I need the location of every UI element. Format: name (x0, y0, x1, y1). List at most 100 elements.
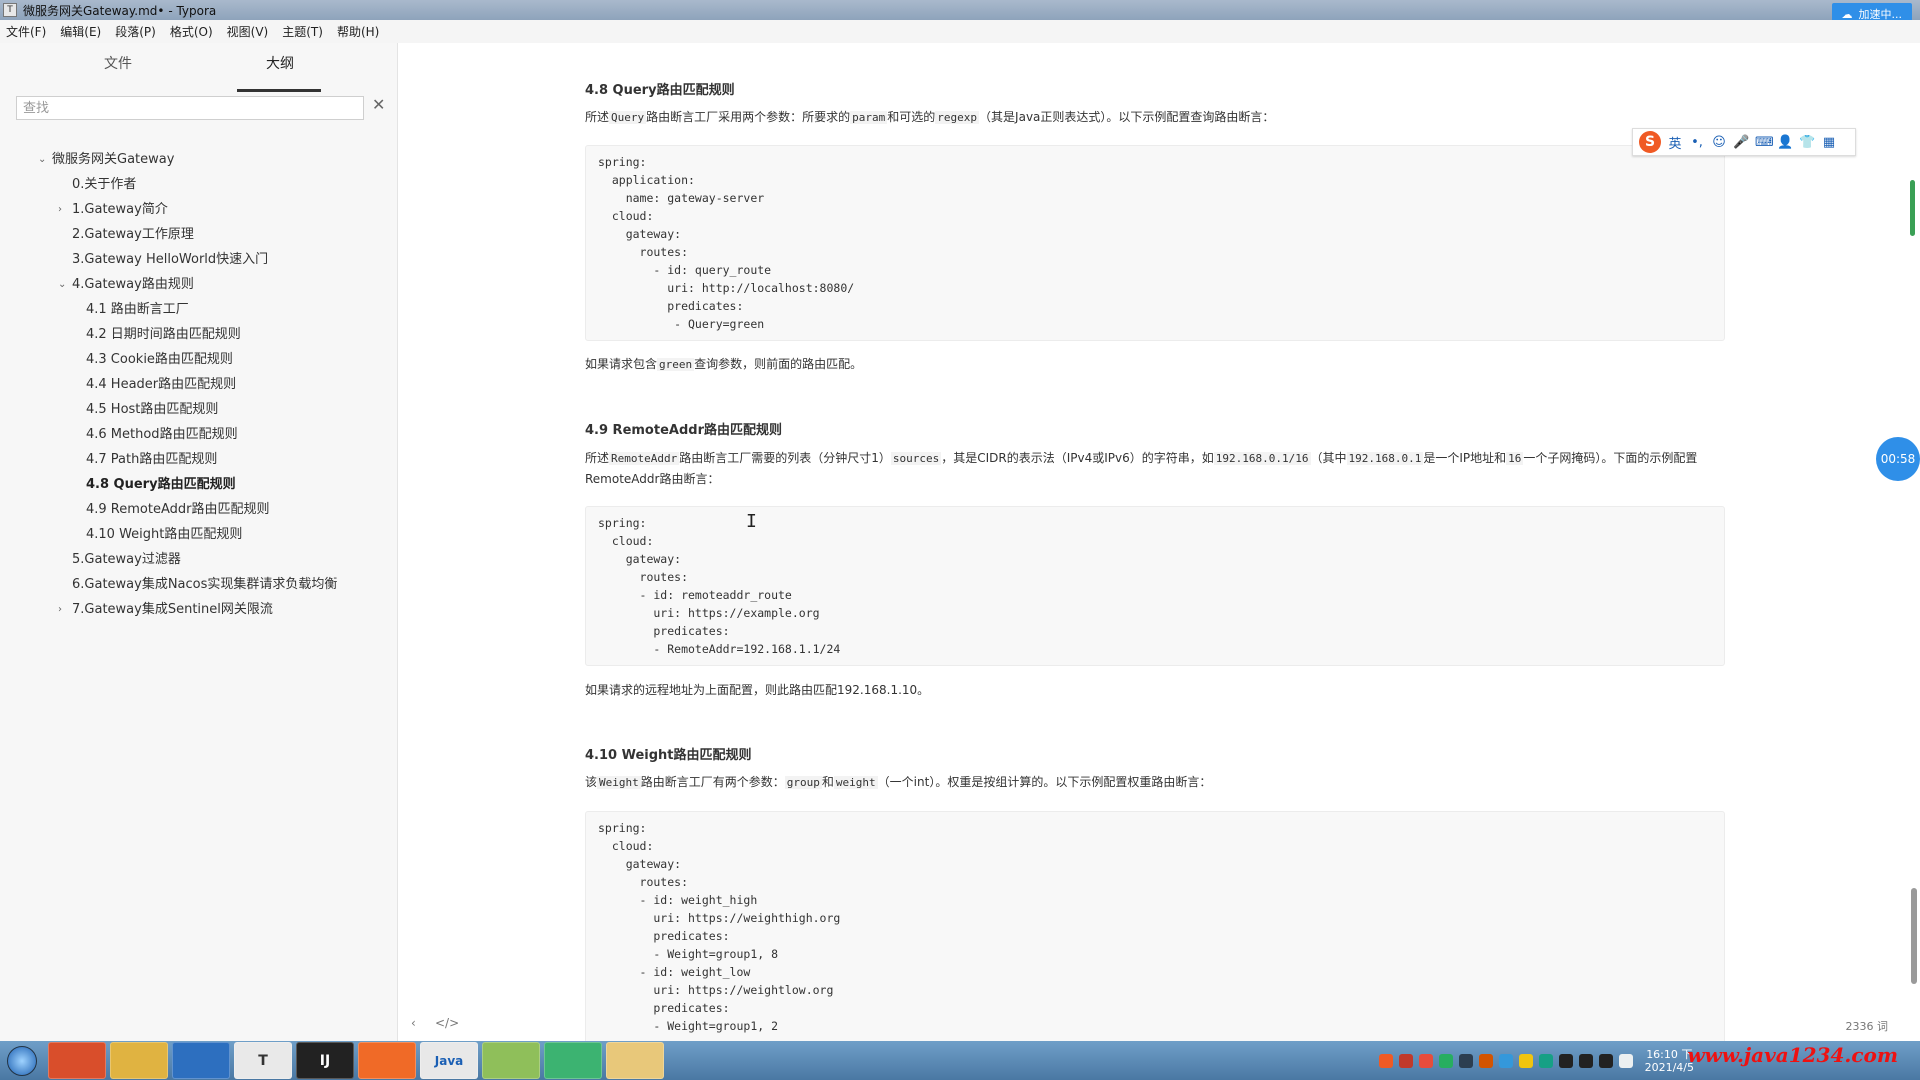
outline-item[interactable]: 4.5 Host路由匹配规则 (0, 397, 398, 422)
menu-format[interactable]: 格式(O) (170, 23, 213, 40)
word-count[interactable]: 2336 词 (1846, 1018, 1889, 1034)
outline-item[interactable]: 4.4 Header路由匹配规则 (0, 372, 398, 397)
outline-item-label: 4.1 路由断言工厂 (86, 302, 189, 317)
menu-help[interactable]: 帮助(H) (337, 23, 379, 40)
outline-item[interactable]: 6.Gateway集成Nacos实现集群请求负载均衡 (0, 572, 398, 597)
chevron-down-icon[interactable]: ⌄ (58, 272, 66, 297)
taskbar-app-explorer[interactable] (606, 1042, 664, 1079)
timer-badge[interactable]: 00:58 (1876, 437, 1920, 481)
outline-item[interactable]: › 1.Gateway简介 (0, 197, 398, 222)
toolbox-icon[interactable]: ▦ (1821, 135, 1837, 150)
chevron-right-icon[interactable]: › (58, 197, 62, 222)
paragraph-4-8-intro: 所述 Query 路由断言工厂采用两个参数：所要求的 param 和可选的 regexp （… (585, 110, 1275, 124)
menu-theme[interactable]: 主题(T) (282, 23, 323, 40)
tray-volume-icon[interactable] (1618, 1053, 1633, 1068)
cloud-icon: ☁ (1841, 7, 1853, 21)
close-icon[interactable]: ✕ (372, 95, 385, 114)
title-bar: T 微服务网关Gateway.md• - Typora ☁ 加速中... (0, 0, 1920, 25)
tray-qq-icon[interactable] (1558, 1053, 1573, 1068)
chevron-left-icon[interactable]: ‹ (411, 1016, 416, 1030)
tab-outline[interactable]: 大纲 (266, 53, 294, 73)
outline-item[interactable]: ⌄ 微服务网关Gateway (0, 147, 398, 172)
tray-app-icon[interactable] (1498, 1053, 1513, 1068)
tray-app-icon[interactable] (1538, 1053, 1553, 1068)
taskbar-app-java[interactable]: Java (420, 1042, 478, 1079)
heading-4-9: 4.9 RemoteAddr路由匹配规则 (585, 423, 782, 438)
taskbar-app-sogou[interactable] (48, 1042, 106, 1079)
outline-item[interactable]: 4.2 日期时间路由匹配规则 (0, 322, 398, 347)
paragraph-4-9-intro: 所述 RemoteAddr 路由断言工厂需要的列表（分钟尺寸1） sources ，其是… (585, 451, 1698, 486)
emoji-icon[interactable]: ☺ (1711, 135, 1727, 150)
outline-item[interactable]: 4.6 Method路由匹配规则 (0, 422, 398, 447)
taskbar-app-chrome[interactable] (110, 1042, 168, 1079)
outline-item-label: 0.关于作者 (72, 177, 137, 192)
editor-area[interactable]: 4.8 Query路由匹配规则 所述 Query 路由断言工厂采用两个参数：所要求的… (399, 43, 1920, 1041)
taskbar-app-wechat[interactable] (544, 1042, 602, 1079)
tab-files[interactable]: 文件 (104, 53, 132, 73)
tray-nvidia-icon[interactable] (1458, 1053, 1473, 1068)
keyboard-icon[interactable]: ⌨ (1755, 135, 1774, 150)
sidebar-tabs: 文件 大纲 (0, 53, 398, 92)
outline-item[interactable]: ⌄ 4.Gateway路由规则 (0, 272, 398, 297)
microphone-icon[interactable]: 🎤 (1733, 135, 1749, 150)
outline-item[interactable]: › 7.Gateway集成Sentinel网关限流 (0, 597, 398, 622)
menu-edit[interactable]: 编辑(E) (60, 23, 101, 40)
taskbar-app-browser[interactable] (172, 1042, 230, 1079)
watermark-text: www.java1234.com (1687, 1043, 1898, 1067)
outline-tree: ⌄ 微服务网关Gateway 0.关于作者 › 1.Gateway简介 2.Gateway… (0, 147, 398, 622)
menu-file[interactable]: 文件(F) (6, 23, 46, 40)
ime-toolbar[interactable]: S 英 •, ☺ 🎤 ⌨ 👤 👕 ▦ (1632, 128, 1856, 156)
outline-search-input[interactable] (16, 96, 364, 120)
outline-item-label: 3.Gateway HelloWorld快速入门 (72, 252, 269, 267)
outline-item-label: 4.3 Cookie路由匹配规则 (86, 352, 233, 367)
scroll-indicator[interactable] (1910, 180, 1915, 236)
outline-item[interactable]: 0.关于作者 (0, 172, 398, 197)
tray-qq-icon[interactable] (1598, 1053, 1613, 1068)
outline-item-label: 4.9 RemoteAddr路由匹配规则 (86, 502, 270, 517)
outline-item-label: 微服务网关Gateway (52, 152, 175, 167)
skin-icon[interactable]: 👕 (1799, 135, 1815, 150)
outline-item-label: 4.5 Host路由匹配规则 (86, 402, 219, 417)
outline-item[interactable]: 4.1 路由断言工厂 (0, 297, 398, 322)
tray-app-icon[interactable] (1518, 1053, 1533, 1068)
source-code-toggle[interactable]: </> (435, 1016, 459, 1030)
outline-item[interactable]: 4.9 RemoteAddr路由匹配规则 (0, 497, 398, 522)
taskbar-app-intellij[interactable]: IJ (296, 1042, 354, 1079)
outline-item-label: 4.4 Header路由匹配规则 (86, 377, 237, 392)
heading-4-8: 4.8 Query路由匹配规则 (585, 83, 735, 98)
outline-item[interactable]: 4.3 Cookie路由匹配规则 (0, 347, 398, 372)
code-block-weight[interactable]: spring: cloud: gateway: routes: - id: we… (585, 811, 1725, 1041)
ime-mode-toggle[interactable]: 英 (1667, 133, 1683, 152)
tray-app-icon[interactable] (1478, 1053, 1493, 1068)
taskbar-app-notepad[interactable] (482, 1042, 540, 1079)
outline-item-label: 4.2 日期时间路由匹配规则 (86, 327, 241, 342)
user-icon[interactable]: 👤 (1777, 135, 1793, 150)
taskbar-app-postman[interactable] (358, 1042, 416, 1079)
outline-item-label: 5.Gateway过滤器 (72, 552, 181, 567)
window-title: 微服务网关Gateway.md• - Typora (23, 3, 217, 18)
outline-item-label: 6.Gateway集成Nacos实现集群请求负载均衡 (72, 577, 338, 592)
punctuation-icon[interactable]: •, (1689, 135, 1705, 150)
sogou-logo-icon[interactable]: S (1639, 131, 1661, 153)
chevron-down-icon[interactable]: ⌄ (38, 147, 46, 172)
outline-item[interactable]: 5.Gateway过滤器 (0, 547, 398, 572)
menu-view[interactable]: 视图(V) (227, 23, 269, 40)
tray-app-icon[interactable] (1398, 1053, 1413, 1068)
taskbar-app-typora[interactable]: T (234, 1042, 292, 1079)
tray-sogou-icon[interactable] (1378, 1053, 1393, 1068)
outline-item-label: 4.8 Query路由匹配规则 (86, 477, 236, 492)
outline-item[interactable]: 4.10 Weight路由匹配规则 (0, 522, 398, 547)
tray-shield-icon[interactable] (1438, 1053, 1453, 1068)
scrollbar-thumb[interactable] (1911, 888, 1917, 984)
sidebar: 文件 大纲 ✕ ⌄ 微服务网关Gateway 0.关于作者 › 1.Gateway简介 2… (0, 43, 398, 1041)
menu-paragraph[interactable]: 段落(P) (115, 23, 156, 40)
start-button[interactable] (0, 1041, 44, 1080)
outline-item[interactable]: 2.Gateway工作原理 (0, 222, 398, 247)
outline-item[interactable]: 4.8 Query路由匹配规则 (0, 472, 398, 497)
outline-item[interactable]: 4.7 Path路由匹配规则 (0, 447, 398, 472)
tray-qq-icon[interactable] (1578, 1053, 1593, 1068)
chevron-right-icon[interactable]: › (58, 597, 62, 622)
outline-item[interactable]: 3.Gateway HelloWorld快速入门 (0, 247, 398, 272)
code-block-query[interactable]: spring: application: name: gateway-serve… (585, 145, 1725, 341)
tray-app-icon[interactable] (1418, 1053, 1433, 1068)
